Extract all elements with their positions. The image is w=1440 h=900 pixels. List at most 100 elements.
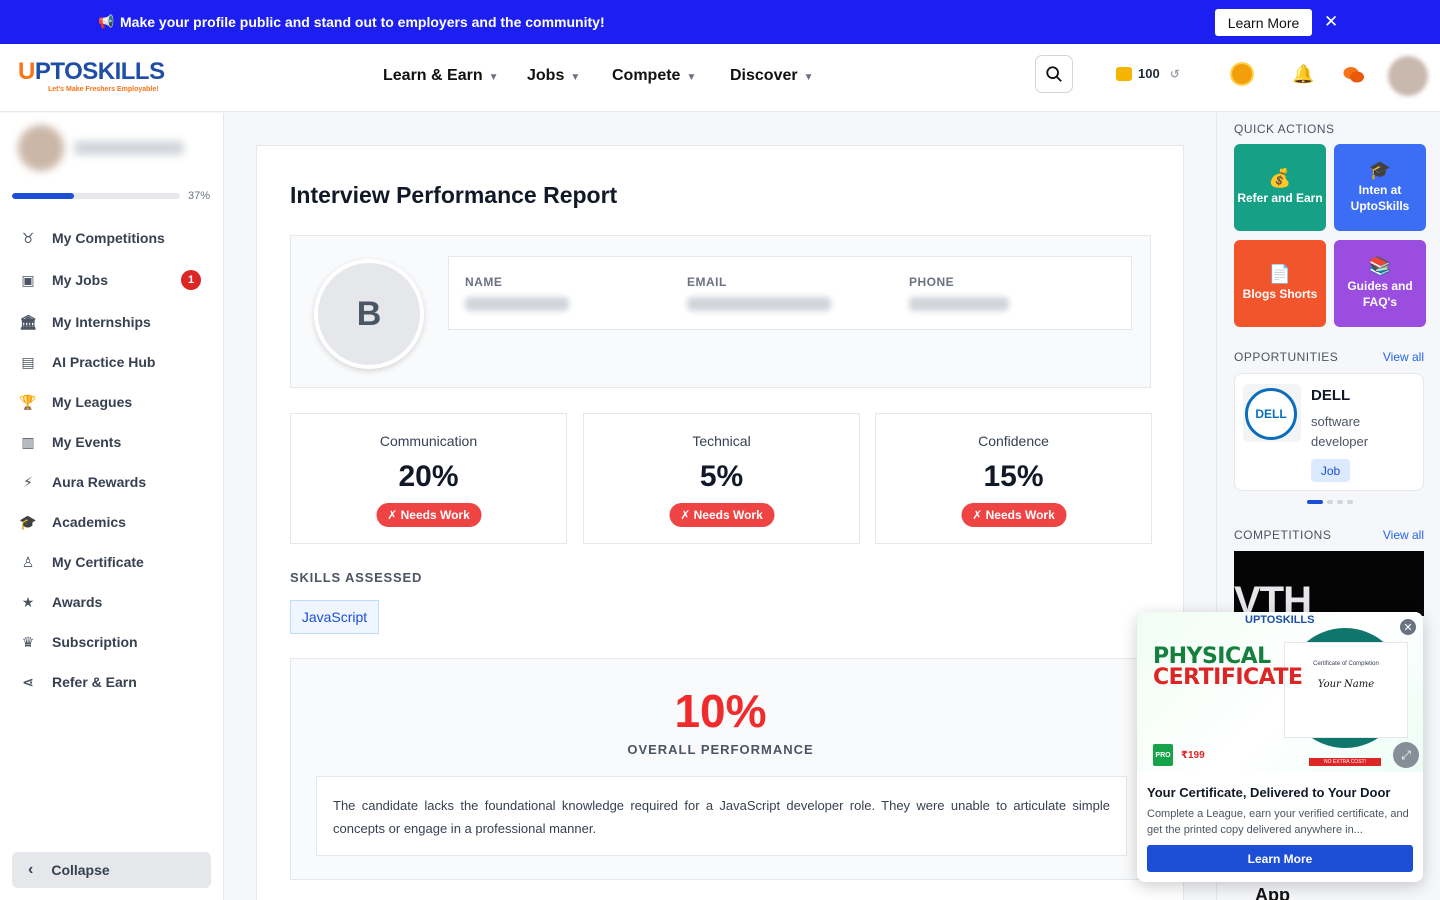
book-icon: ▥ xyxy=(21,433,35,450)
skill-tag: JavaScript xyxy=(290,600,379,634)
no-extra-cost-ribbon: NO EXTRA COST! xyxy=(1309,758,1381,766)
trophy-icon: 🏆 xyxy=(19,393,37,410)
uptoskills-logo[interactable]: UPTOSKILLS Let's Make Freshers Employabl… xyxy=(18,58,165,93)
sidebar-item-my-certificate[interactable]: ♙ My Certificate xyxy=(18,550,144,574)
robot-icon: ▤ xyxy=(21,353,35,370)
sidebar-item-refer-earn[interactable]: ⋖ Refer & Earn xyxy=(18,670,137,694)
nav-jobs[interactable]: Jobs ▼ xyxy=(527,67,580,85)
overall-performance-section: 10% OVERALL PERFORMANCE The candidate la… xyxy=(290,658,1151,880)
quick-actions-heading: QUICK ACTIONS xyxy=(1234,122,1335,136)
banner-text: Make your profile public and stand out t… xyxy=(120,14,605,30)
graduation-cap-icon: 🎓 xyxy=(19,513,37,530)
megaphone-icon: 📢 xyxy=(98,14,115,29)
overall-label: OVERALL PERFORMANCE xyxy=(627,742,814,757)
banner-close-icon[interactable]: ✕ xyxy=(1324,12,1338,32)
sidebar-item-ai-practice-hub[interactable]: ▤ AI Practice Hub xyxy=(18,350,155,374)
app-section-peek: App xyxy=(1255,885,1290,900)
dell-logo: DELL xyxy=(1245,388,1297,440)
sidebar-item-academics[interactable]: 🎓 Academics xyxy=(18,510,126,534)
status-badge: ✗ Needs Work xyxy=(961,503,1066,527)
books-icon: 📚 xyxy=(1368,255,1392,276)
promo-image: Certificate of Completion Your Name UPTO… xyxy=(1137,612,1423,772)
bolt-icon: ⚡ xyxy=(23,473,33,490)
candidate-profile-box: B NAME EMAIL PHONE xyxy=(290,235,1151,388)
notification-bell-icon[interactable]: 🔔 xyxy=(1292,64,1314,85)
email-value-redacted xyxy=(687,297,831,311)
report-card: Interview Performance Report B NAME EMAI… xyxy=(256,145,1184,900)
sidebar-item-awards[interactable]: ★ Awards xyxy=(18,590,103,614)
quick-action-refer-earn[interactable]: 💰 Refer and Earn xyxy=(1234,144,1326,231)
jobs-count-badge: 1 xyxy=(181,270,201,290)
award-icon: ♙ xyxy=(21,553,35,570)
coins-icon xyxy=(1116,66,1132,81)
share-icon: ⋖ xyxy=(22,673,34,690)
star-icon: ★ xyxy=(21,593,35,610)
chevron-down-icon: ▼ xyxy=(803,72,814,83)
name-value-redacted xyxy=(465,297,569,311)
sidebar-item-my-events[interactable]: ▥ My Events xyxy=(18,430,121,454)
opportunity-company: DELL xyxy=(1311,387,1351,404)
sidebar-item-my-jobs[interactable]: ▣ My Jobs xyxy=(18,268,108,292)
metric-technical: Technical 5% ✗ Needs Work xyxy=(583,413,860,544)
candidate-avatar: B xyxy=(314,259,424,369)
competitions-view-all-link[interactable]: View all xyxy=(1383,528,1424,542)
status-badge: ✗ Needs Work xyxy=(376,503,481,527)
history-icon[interactable]: ↺ xyxy=(1170,67,1180,81)
competition-banner-image[interactable]: VTH xyxy=(1234,551,1424,616)
candidate-info: NAME EMAIL PHONE xyxy=(448,256,1132,330)
collapse-sidebar-button[interactable]: ‹ Collapse xyxy=(12,852,211,888)
phone-value-redacted xyxy=(909,297,1009,311)
sidebar: 37% ♉ My Competitions ▣ My Jobs 1 🏛 My Inte… xyxy=(0,113,224,900)
metric-communication: Communication 20% ✗ Needs Work xyxy=(290,413,567,544)
chevron-down-icon: ▼ xyxy=(488,72,499,83)
popup-close-icon[interactable]: ✕ xyxy=(1399,618,1417,636)
status-badge: ✗ Needs Work xyxy=(669,503,774,527)
quick-action-guides-faqs[interactable]: 📚 Guides and FAQ's xyxy=(1334,240,1426,327)
sidebar-item-my-competitions[interactable]: ♉ My Competitions xyxy=(18,226,165,250)
chat-icon[interactable] xyxy=(1343,66,1365,84)
chevron-down-icon: ▼ xyxy=(686,72,697,83)
summary-text: The candidate lacks the foundational kno… xyxy=(316,776,1127,856)
email-label: EMAIL xyxy=(687,275,727,289)
sidebar-item-subscription[interactable]: ♛ Subscription xyxy=(18,630,138,654)
competitions-heading: COMPETITIONS xyxy=(1234,528,1332,542)
phone-label: PHONE xyxy=(909,275,955,289)
certificate-promo-popup: Certificate of Completion Your Name UPTO… xyxy=(1137,612,1423,882)
popup-learn-more-button[interactable]: Learn More xyxy=(1147,845,1413,872)
quick-action-intern[interactable]: 🎓 Inten at UptoSkills xyxy=(1334,144,1426,231)
overall-score: 10% xyxy=(674,685,767,737)
graduation-cap-icon: 🎓 xyxy=(1368,159,1392,180)
popup-title: Your Certificate, Delivered to Your Door xyxy=(1147,785,1391,800)
banner-learn-more-button[interactable]: Learn More xyxy=(1215,9,1312,36)
promo-price: ₹199 xyxy=(1181,750,1205,761)
search-button[interactable] xyxy=(1035,55,1073,93)
opportunities-heading: OPPORTUNITIES xyxy=(1234,350,1339,364)
quick-action-blogs-shorts[interactable]: 📄 Blogs Shorts xyxy=(1234,240,1326,327)
chevron-down-icon: ▼ xyxy=(570,72,581,83)
skills-heading: SKILLS ASSESSED xyxy=(290,570,423,585)
expand-icon[interactable]: ⤢ xyxy=(1393,742,1419,768)
sidebar-item-my-internships[interactable]: 🏛 My Internships xyxy=(18,310,151,334)
nav-discover[interactable]: Discover ▼ xyxy=(730,67,814,85)
search-icon xyxy=(1046,66,1062,82)
medal-icon: ♉ xyxy=(21,229,35,246)
chevron-left-icon: ‹ xyxy=(28,861,34,878)
bank-icon: 🏛 xyxy=(19,313,37,330)
popup-description: Complete a League, earn your verified ce… xyxy=(1147,808,1409,836)
opportunities-view-all-link[interactable]: View all xyxy=(1383,350,1424,364)
opportunity-card[interactable]: DELL DELL software developer Job xyxy=(1234,373,1424,491)
page-title: Interview Performance Report xyxy=(290,182,618,208)
coin-balance[interactable]: 100 ↺ xyxy=(1116,66,1180,81)
pro-badge: PRO xyxy=(1153,744,1173,766)
sidebar-item-aura-rewards[interactable]: ⚡ Aura Rewards xyxy=(18,470,146,494)
nav-compete[interactable]: Compete ▼ xyxy=(612,67,696,85)
name-label: NAME xyxy=(465,275,503,289)
opportunity-role: software developer xyxy=(1311,414,1369,449)
nav-learn-earn[interactable]: Learn & Earn ▼ xyxy=(383,67,499,85)
theme-toggle-icon[interactable] xyxy=(1232,64,1252,84)
sidebar-item-my-leagues[interactable]: 🏆 My Leagues xyxy=(18,390,132,414)
top-nav: UPTOSKILLS Let's Make Freshers Employabl… xyxy=(0,44,1440,112)
profile-summary[interactable] xyxy=(18,125,193,175)
carousel-dots[interactable] xyxy=(1307,500,1353,504)
user-avatar[interactable] xyxy=(1388,56,1428,96)
